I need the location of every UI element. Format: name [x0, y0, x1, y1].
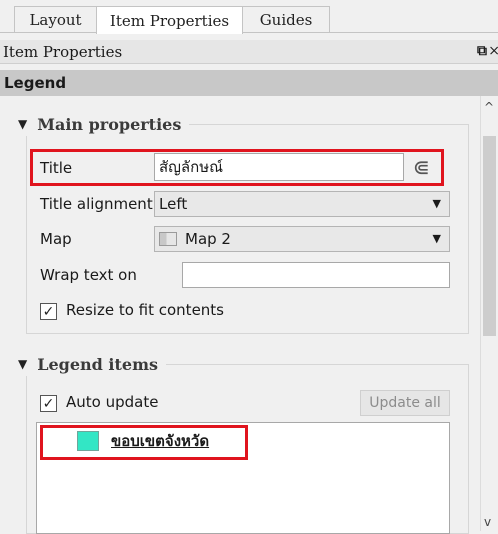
panel-header: Item Properties ⧉ ×	[0, 40, 498, 64]
main-properties-header[interactable]: ▼ Main properties	[18, 112, 190, 136]
close-icon[interactable]: ×	[488, 43, 498, 59]
title-alignment-label: Title alignment	[40, 195, 153, 213]
collapse-triangle-icon[interactable]: ▼	[18, 117, 27, 131]
tab-layout-label: Layout	[29, 11, 82, 29]
tab-guides-label: Guides	[259, 11, 313, 29]
resize-to-fit-checkbox[interactable]: ✓	[40, 303, 57, 320]
tab-item-properties[interactable]: Item Properties	[96, 6, 243, 34]
legend-items-title: Legend items	[37, 354, 159, 374]
chevron-down-icon: ▼	[432, 232, 441, 245]
map-icon	[159, 232, 177, 246]
title-alignment-select[interactable]: Left ▼	[154, 191, 450, 217]
section-title: Legend	[0, 70, 498, 96]
float-panel-icon[interactable]: ⧉	[477, 43, 487, 59]
chevron-down-icon: ▼	[432, 197, 441, 210]
main-properties-title: Main properties	[37, 114, 182, 134]
resize-to-fit-label: Resize to fit contents	[66, 301, 224, 319]
auto-update-checkbox[interactable]: ✓	[40, 395, 57, 412]
vertical-scrollbar[interactable]: ^ v	[480, 96, 498, 531]
tab-item-properties-label: Item Properties	[109, 11, 230, 30]
map-value: Map 2	[185, 230, 231, 248]
auto-update-label: Auto update	[66, 393, 159, 411]
wrap-text-input[interactable]	[182, 262, 450, 288]
scroll-down-icon[interactable]: v	[484, 515, 491, 529]
update-all-button[interactable]: Update all	[360, 390, 450, 416]
map-label: Map	[40, 230, 72, 248]
tab-bar-divider	[0, 32, 498, 33]
legend-item-highlight	[40, 425, 248, 460]
collapse-triangle-icon[interactable]: ▼	[18, 357, 27, 371]
map-select[interactable]: Map 2 ▼	[154, 226, 450, 252]
scrollbar-thumb[interactable]	[483, 136, 496, 336]
panel-title: Item Properties	[3, 42, 123, 61]
tab-layout[interactable]: Layout	[14, 6, 97, 33]
scroll-up-icon[interactable]: ^	[484, 100, 494, 114]
wrap-text-label: Wrap text on	[40, 266, 137, 284]
tab-bar: Layout Item Properties Guides	[0, 0, 498, 34]
title-highlight	[30, 149, 444, 186]
title-alignment-value: Left	[159, 195, 188, 213]
properties-scroll-area: ▼ Main properties Title สัญลักษณ์ ⋐ Titl…	[0, 96, 480, 534]
tab-guides[interactable]: Guides	[242, 6, 330, 33]
legend-items-header[interactable]: ▼ Legend items	[18, 352, 167, 376]
